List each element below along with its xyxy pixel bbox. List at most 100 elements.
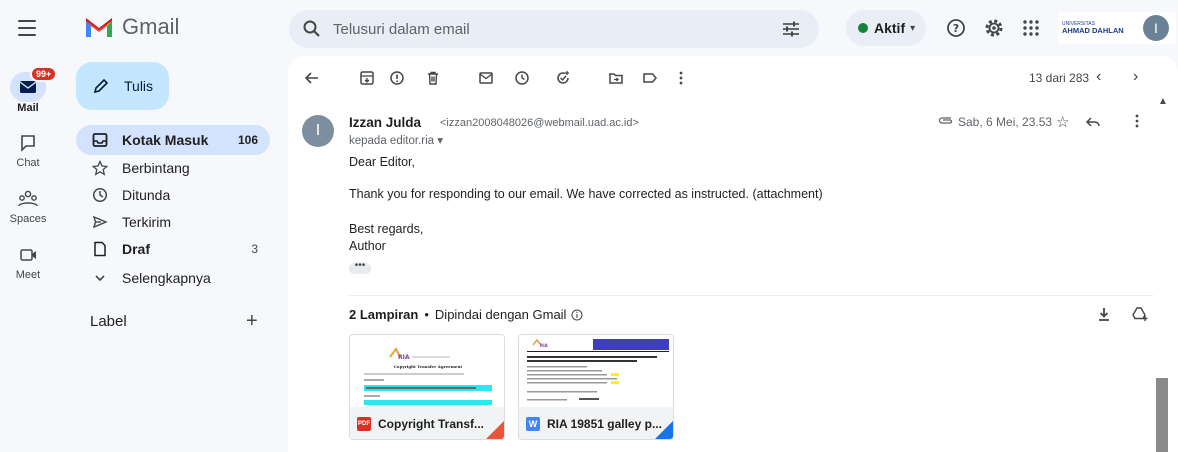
rail-item-mail[interactable]: 99+ Mail bbox=[0, 66, 58, 114]
recipient-details[interactable]: kepada editor.ria ▾ bbox=[349, 133, 443, 147]
filter-icon[interactable] bbox=[781, 19, 801, 39]
sidebar-item-label: Ditunda bbox=[122, 187, 171, 203]
help-icon[interactable]: ? bbox=[944, 16, 968, 40]
divider bbox=[349, 295, 1153, 296]
account-avatar[interactable]: I bbox=[1143, 15, 1169, 41]
menu-icon[interactable] bbox=[18, 17, 40, 39]
attachments-header: 2 Lampiran • Dipindai dengan Gmail bbox=[349, 307, 583, 322]
older-button[interactable]: › bbox=[1133, 68, 1138, 86]
show-trimmed-button[interactable]: ••• bbox=[349, 261, 371, 274]
pdf-icon: PDF bbox=[357, 417, 371, 431]
scroll-up-arrow-icon[interactable]: ▲ bbox=[1158, 96, 1168, 107]
compose-button[interactable]: Tulis bbox=[76, 62, 169, 110]
message-panel: 13 dari 283 ‹ › I Izzan Julda <izzan2008… bbox=[288, 56, 1178, 452]
draft-icon bbox=[92, 241, 108, 257]
sender-name[interactable]: Izzan Julda bbox=[349, 115, 421, 130]
message-body: Thank you for responding to our email. W… bbox=[349, 187, 823, 201]
attachment-card[interactable]: RIA Copyright Transfer Agreement PDF Cop… bbox=[349, 334, 505, 440]
sidebar-item-starred[interactable]: Berbintang bbox=[76, 153, 270, 183]
scan-label: Dipindai dengan Gmail bbox=[434, 307, 567, 322]
word-corner-fold bbox=[655, 421, 673, 439]
university-label-big: AHMAD DAHLAN bbox=[1062, 25, 1124, 35]
draft-count: 3 bbox=[251, 242, 258, 256]
attachment-name: Copyright Transf... bbox=[378, 417, 485, 431]
back-arrow-icon[interactable] bbox=[302, 68, 322, 88]
sidebar-item-label: Selengkapnya bbox=[122, 270, 211, 286]
unread-badge: 99+ bbox=[30, 66, 58, 82]
message-closing: Best regards, bbox=[349, 222, 424, 236]
sidebar-item-snoozed[interactable]: Ditunda bbox=[76, 180, 270, 210]
more-vert-icon[interactable] bbox=[1129, 113, 1145, 129]
pencil-icon bbox=[93, 78, 109, 94]
download-all-icon[interactable] bbox=[1096, 306, 1112, 322]
report-spam-icon[interactable] bbox=[387, 68, 407, 88]
attachment-footer: W RIA 19851 galley p... bbox=[519, 407, 673, 439]
add-task-icon[interactable] bbox=[553, 68, 573, 88]
chevron-down-icon: ▾ bbox=[910, 22, 916, 34]
search-bar[interactable]: Telusuri dalam email bbox=[289, 10, 819, 48]
more-vert-icon[interactable] bbox=[671, 68, 691, 88]
rail-item-meet[interactable]: Meet bbox=[0, 244, 56, 281]
sidebar-item-label: Draf bbox=[122, 241, 151, 257]
sidebar-item-drafts[interactable]: Draf 3 bbox=[76, 234, 270, 264]
paperclip-icon bbox=[938, 117, 953, 124]
gmail-m-icon bbox=[86, 18, 112, 37]
settings-icon[interactable] bbox=[982, 16, 1006, 40]
send-icon bbox=[92, 214, 108, 230]
star-icon bbox=[92, 160, 108, 176]
search-icon[interactable] bbox=[303, 20, 321, 38]
rail-label-mail: Mail bbox=[17, 102, 39, 114]
info-icon[interactable] bbox=[571, 309, 583, 321]
attachment-footer: PDF Copyright Transf... bbox=[350, 407, 504, 439]
sender-email: <izzan2008048026@webmail.uad.ac.id> bbox=[440, 117, 639, 129]
spaces-icon bbox=[18, 190, 38, 207]
attachment-card[interactable]: RIA W RIA 19851 galley p... bbox=[518, 334, 674, 440]
pdf-corner-fold bbox=[486, 421, 504, 439]
pager-text: 13 dari 283 bbox=[1029, 71, 1090, 85]
move-to-icon[interactable] bbox=[606, 68, 626, 88]
word-doc-icon: W bbox=[526, 417, 540, 431]
chevron-down-icon bbox=[92, 270, 108, 286]
app-name: Gmail bbox=[122, 14, 180, 39]
mark-unread-icon[interactable] bbox=[476, 68, 496, 88]
scrollbar-thumb[interactable] bbox=[1156, 378, 1168, 452]
status-dot bbox=[858, 23, 868, 33]
sidebar-item-sent[interactable]: Terkirim bbox=[76, 207, 270, 237]
newer-button[interactable]: ‹ bbox=[1096, 68, 1101, 86]
labels-heading: Label bbox=[90, 313, 127, 330]
delete-icon[interactable] bbox=[423, 68, 443, 88]
attachment-thumbnail: RIA bbox=[519, 335, 673, 407]
status-selector[interactable]: Aktif ▾ bbox=[846, 10, 926, 46]
chat-icon bbox=[21, 135, 35, 152]
rail-item-chat[interactable]: Chat bbox=[0, 132, 56, 169]
rail-label-chat: Chat bbox=[16, 157, 40, 169]
rail-item-spaces[interactable]: Spaces bbox=[0, 188, 56, 225]
thumb-logo: RIA bbox=[398, 354, 410, 361]
message-date: Sab, 6 Mei, 23.53 bbox=[958, 115, 1053, 129]
search-input[interactable]: Telusuri dalam email bbox=[333, 21, 470, 38]
reply-icon[interactable] bbox=[1085, 114, 1101, 130]
caret-down-icon: ▾ bbox=[437, 135, 444, 147]
thumb-title: Copyright Transfer Agreement bbox=[394, 364, 463, 369]
add-label-button[interactable]: + bbox=[246, 310, 258, 333]
gmail-logo[interactable]: Gmail bbox=[84, 14, 179, 40]
attachment-count: 2 Lampiran bbox=[349, 307, 419, 322]
label-icon[interactable] bbox=[640, 68, 660, 88]
message-signature: Author bbox=[349, 239, 386, 253]
sidebar-item-label: Berbintang bbox=[122, 160, 190, 176]
star-icon[interactable]: ☆ bbox=[1056, 113, 1069, 131]
meet-icon bbox=[20, 249, 36, 261]
attachment-thumbnail: RIA Copyright Transfer Agreement bbox=[350, 335, 504, 407]
status-label: Aktif bbox=[874, 20, 906, 36]
rail-label-spaces: Spaces bbox=[9, 213, 47, 225]
sender-avatar[interactable]: I bbox=[302, 115, 334, 147]
rail-label-meet: Meet bbox=[15, 269, 41, 281]
archive-icon[interactable] bbox=[357, 68, 377, 88]
add-to-drive-icon[interactable] bbox=[1131, 306, 1149, 322]
sidebar-item-inbox[interactable]: Kotak Masuk 106 bbox=[76, 125, 270, 155]
message-greeting: Dear Editor, bbox=[349, 155, 416, 169]
recipient-label: kepada editor.ria bbox=[349, 135, 435, 147]
sidebar-item-more[interactable]: Selengkapnya bbox=[76, 263, 270, 293]
apps-grid-icon[interactable] bbox=[1019, 16, 1043, 40]
snooze-icon[interactable] bbox=[512, 68, 532, 88]
